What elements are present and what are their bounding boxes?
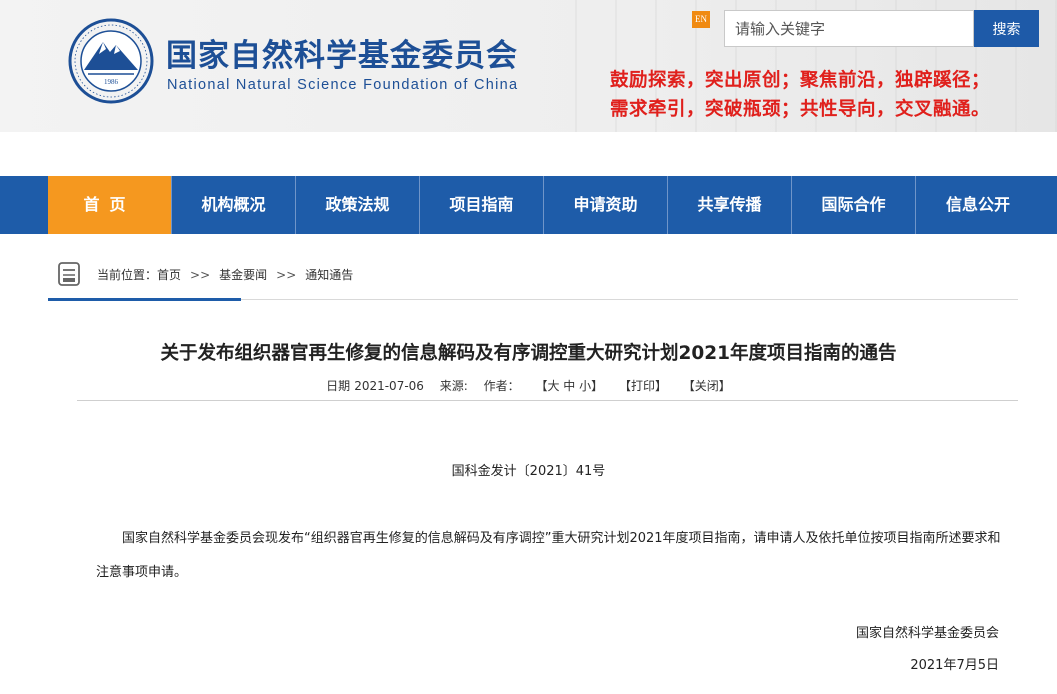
breadcrumb-separator: >> <box>276 268 297 282</box>
breadcrumb-notices[interactable]: 通知通告 <box>305 268 353 282</box>
slogan-line-1: 鼓励探索，突出原创；聚焦前沿，独辟蹊径； <box>610 70 991 91</box>
logo-year: 1986 <box>104 78 119 86</box>
search-button[interactable]: 搜索 <box>974 10 1039 47</box>
breadcrumb-news[interactable]: 基金要闻 <box>219 268 267 282</box>
document-number: 国科金发计〔2021〕41号 <box>451 464 606 479</box>
main-nav: 首页 机构概况 政策法规 项目指南 申请资助 共享传播 国际合作 信息公开 <box>0 176 1057 234</box>
breadcrumb-accent-bar <box>48 298 241 301</box>
nav-item-apply[interactable]: 申请资助 <box>544 176 668 234</box>
meta-date: 日期 2021-07-06 <box>326 379 424 393</box>
signature-date: 2021年7月5日 <box>910 658 999 673</box>
article-paragraph: 国家自然科学基金委员会现发布“组织器官再生修复的信息解码及有序调控”重大研究计划… <box>96 531 1001 580</box>
breadcrumb: 当前位置：首页 >> 基金要闻 >> 通知通告 <box>97 266 353 283</box>
nav-item-policy[interactable]: 政策法规 <box>296 176 420 234</box>
main-nav-items: 首页 机构概况 政策法规 项目指南 申请资助 共享传播 国际合作 信息公开 <box>48 176 1040 234</box>
breadcrumb-home[interactable]: 首页 <box>157 268 181 282</box>
breadcrumb-prefix: 当前位置： <box>97 268 158 282</box>
nav-item-disclosure[interactable]: 信息公开 <box>916 176 1040 234</box>
meta-date-value: 2021-07-06 <box>354 379 424 393</box>
breadcrumb-bar: 当前位置：首页 >> 基金要闻 >> 通知通告 <box>48 253 1018 301</box>
document-icon <box>58 262 80 286</box>
meta-author-label: 作者： <box>483 379 520 393</box>
nav-item-home[interactable]: 首页 <box>48 176 172 234</box>
slogan-line-2: 需求牵引，突破瓶颈；共性导向，交叉融通。 <box>610 99 991 120</box>
nav-item-international[interactable]: 国际合作 <box>792 176 916 234</box>
nav-item-guide[interactable]: 项目指南 <box>420 176 544 234</box>
close-link[interactable]: 【关闭】 <box>683 379 731 393</box>
nsfc-logo[interactable]: 1986 <box>68 18 154 104</box>
meta-date-label: 日期 <box>326 379 351 393</box>
english-version-link[interactable]: EN <box>692 11 710 28</box>
org-name-cn: 国家自然科学基金委员会 <box>166 38 518 74</box>
nav-item-about[interactable]: 机构概况 <box>172 176 296 234</box>
breadcrumb-separator: >> <box>190 268 211 282</box>
search-input[interactable] <box>724 10 974 47</box>
article-meta: 日期 2021-07-06 来源: 作者： 【大 中 小】 【打印】 【关闭】 <box>0 377 1057 394</box>
meta-divider <box>77 400 1018 401</box>
nav-item-share[interactable]: 共享传播 <box>668 176 792 234</box>
article-body: 国家自然科学基金委员会现发布“组织器官再生修复的信息解码及有序调控”重大研究计划… <box>96 522 1011 590</box>
site-header: 1986 国家自然科学基金委员会 National Natural Scienc… <box>0 0 1057 132</box>
signature-org: 国家自然科学基金委员会 <box>855 626 999 641</box>
meta-source-label: 来源: <box>439 379 468 393</box>
org-name-en: National Natural Science Foundation of C… <box>167 77 519 93</box>
print-link[interactable]: 【打印】 <box>619 379 667 393</box>
article-title: 关于发布组织器官再生修复的信息解码及有序调控重大研究计划2021年度项目指南的通… <box>160 343 897 364</box>
font-size-control[interactable]: 【大 中 小】 <box>535 379 603 393</box>
